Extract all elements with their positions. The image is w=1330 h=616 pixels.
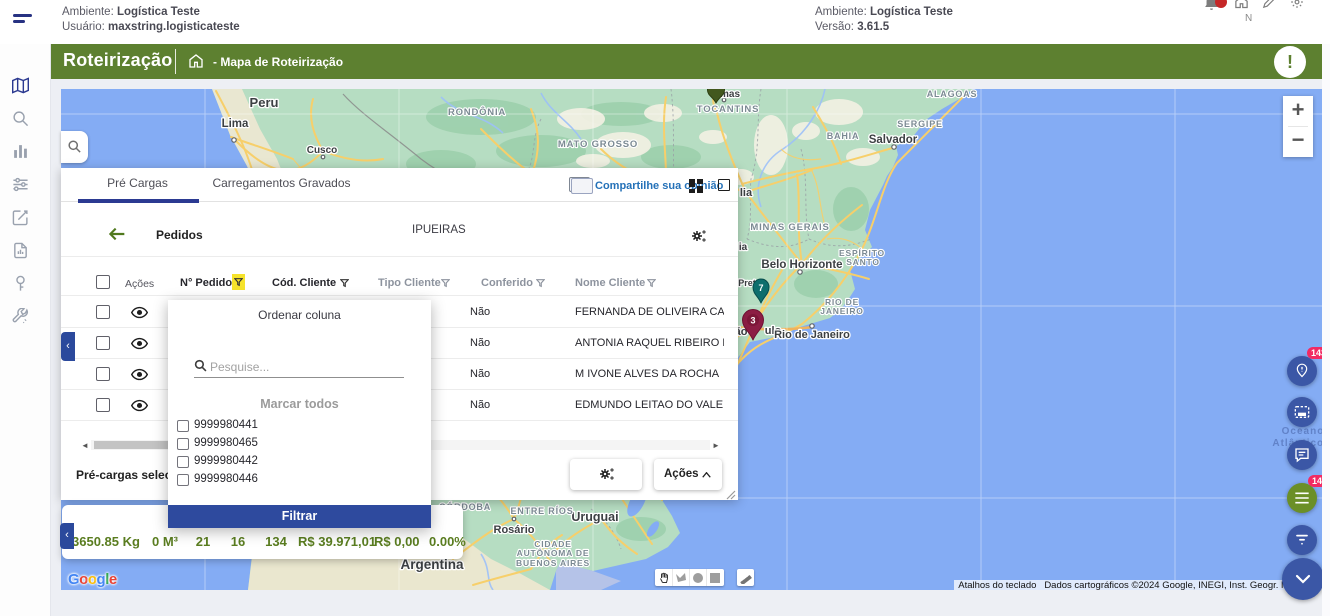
- svg-text:AUTÔNOMA DE: AUTÔNOMA DE: [517, 547, 590, 558]
- svg-text:RONDÔNIA: RONDÔNIA: [448, 106, 506, 118]
- svg-text:Rosário: Rosário: [494, 524, 535, 536]
- svg-text:MINAS GERAIS: MINAS GERAIS: [750, 222, 829, 233]
- svg-text:Peru: Peru: [250, 95, 279, 110]
- svg-text:MATO GROSSO: MATO GROSSO: [558, 139, 638, 150]
- svg-text:SERGIPE: SERGIPE: [897, 119, 943, 129]
- svg-text:ia: ia: [739, 242, 748, 253]
- svg-text:Cusco: Cusco: [307, 145, 338, 156]
- svg-text:lia: lia: [740, 187, 753, 199]
- svg-text:ENTRE RÍOS: ENTRE RÍOS: [510, 506, 573, 516]
- svg-text:TOCANTINS: TOCANTINS: [697, 104, 759, 115]
- svg-text:Argentina: Argentina: [400, 557, 463, 572]
- svg-text:3: 3: [750, 316, 755, 326]
- svg-text:Belo Horizonte: Belo Horizonte: [761, 259, 842, 271]
- svg-text:Uruguai: Uruguai: [571, 510, 618, 524]
- svg-text:7: 7: [758, 283, 763, 293]
- svg-text:Lima: Lima: [222, 118, 249, 130]
- svg-text:Salvador: Salvador: [869, 134, 918, 146]
- svg-text:Oceano: Oceano: [1282, 426, 1322, 437]
- svg-text:Rio de Janeiro: Rio de Janeiro: [774, 329, 850, 341]
- svg-text:BUENOS AIRES: BUENOS AIRES: [516, 558, 590, 568]
- svg-text:JANEIRO: JANEIRO: [820, 306, 863, 316]
- svg-text:SANTO: SANTO: [846, 257, 880, 267]
- svg-text:ALAGOAS: ALAGOAS: [927, 89, 978, 99]
- svg-text:BAHIA: BAHIA: [827, 131, 860, 141]
